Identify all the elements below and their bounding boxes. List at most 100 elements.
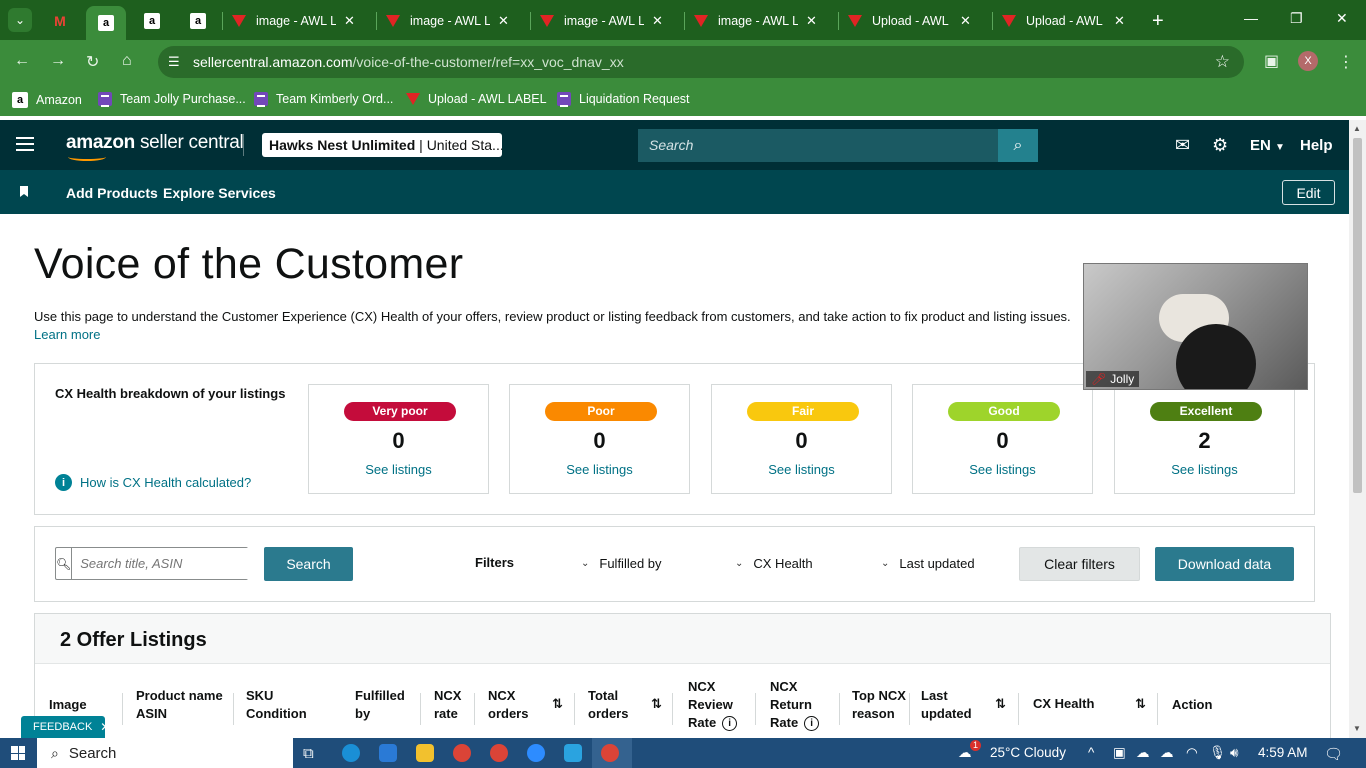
sort-icon[interactable]: ⇅ bbox=[1135, 696, 1146, 712]
url-text[interactable]: sellercentral.amazon.com/voice-of-the-cu… bbox=[193, 54, 624, 70]
cx-health-dropdown[interactable]: ⌄ CX Health bbox=[735, 556, 813, 571]
fulfilled-by-dropdown[interactable]: ⌄ Fulfilled by bbox=[581, 556, 662, 571]
forward-icon[interactable]: → bbox=[50, 52, 66, 70]
close-icon[interactable]: ✕ bbox=[100, 720, 110, 734]
bookmark-liquidation[interactable]: Liquidation Request bbox=[557, 92, 690, 107]
browser-tab[interactable]: Upload - AWL L ✕ bbox=[848, 6, 971, 36]
home-icon[interactable]: ⌂ bbox=[122, 52, 132, 70]
close-tab-icon[interactable]: ✕ bbox=[344, 13, 355, 29]
notifications-icon[interactable]: 🗨︎ bbox=[1324, 745, 1343, 763]
browser-tab[interactable]: image - AWL LA ✕ bbox=[232, 6, 355, 36]
close-window-icon[interactable]: ✕ bbox=[1336, 10, 1348, 27]
clock-time[interactable]: 4:59 AM bbox=[1258, 745, 1308, 760]
volume-icon[interactable]: 🔊︎ bbox=[1230, 745, 1239, 761]
pinned-tab-amazon-active[interactable]: a bbox=[86, 6, 126, 40]
pinned-tab-amazon[interactable]: a bbox=[134, 6, 170, 36]
pinned-tab-gmail[interactable]: M bbox=[42, 6, 78, 36]
col-cx-health[interactable]: CX Health bbox=[1033, 695, 1094, 713]
header-search-button[interactable]: ⌕ bbox=[998, 129, 1038, 162]
meet-now-icon[interactable]: ▣ bbox=[1113, 745, 1126, 761]
info-icon[interactable]: i bbox=[804, 716, 820, 732]
sort-icon[interactable]: ⇅ bbox=[651, 696, 662, 712]
see-listings-link[interactable]: See listings bbox=[913, 462, 1092, 477]
col-last-updated[interactable]: Last updated bbox=[921, 687, 972, 723]
side-panel-icon[interactable]: ▣ bbox=[1264, 51, 1279, 71]
clear-filters-button[interactable]: Clear filters bbox=[1019, 547, 1140, 581]
col-total-orders[interactable]: Total orders bbox=[588, 687, 628, 723]
col-product[interactable]: Product name ASIN bbox=[136, 687, 223, 723]
weather-text[interactable]: 25°C Cloudy bbox=[990, 745, 1066, 760]
sort-icon[interactable]: ⇅ bbox=[995, 696, 1006, 712]
back-icon[interactable]: ← bbox=[14, 52, 30, 70]
see-listings-link[interactable]: See listings bbox=[1115, 462, 1294, 477]
site-info-icon[interactable]: ☰ bbox=[168, 54, 180, 70]
pinned-tab-amazon[interactable]: a bbox=[180, 6, 216, 36]
see-listings-link[interactable]: See listings bbox=[309, 462, 488, 477]
onedrive-icon[interactable]: ☁ bbox=[1136, 745, 1150, 761]
file-explorer-icon[interactable] bbox=[416, 744, 434, 762]
gear-icon[interactable]: ⚙ bbox=[1212, 135, 1228, 156]
close-tab-icon[interactable]: ✕ bbox=[960, 13, 971, 29]
see-listings-link[interactable]: See listings bbox=[510, 462, 689, 477]
store-selector[interactable]: Hawks Nest Unlimited | United Sta... bbox=[262, 133, 502, 157]
explore-services-link[interactable]: Explore Services bbox=[163, 185, 276, 201]
scroll-down-icon[interactable]: ▼ bbox=[1353, 724, 1361, 733]
see-listings-link[interactable]: See listings bbox=[712, 462, 891, 477]
col-ncx-orders[interactable]: NCX orders bbox=[488, 687, 528, 723]
col-fulfilled-by[interactable]: Fulfilled by bbox=[355, 687, 405, 723]
close-tab-icon[interactable]: ✕ bbox=[1114, 13, 1125, 29]
store-icon[interactable] bbox=[379, 744, 397, 762]
zoom-icon[interactable] bbox=[527, 744, 545, 762]
browser-menu-icon[interactable]: ⋮ bbox=[1338, 52, 1354, 72]
header-search-input[interactable]: Search bbox=[638, 129, 998, 162]
col-ncx-review-rate[interactable]: NCX Review Rate i bbox=[688, 678, 738, 732]
tray-expand-icon[interactable]: ^ bbox=[1088, 745, 1094, 760]
restore-icon[interactable]: ❐ bbox=[1290, 10, 1303, 27]
listing-search-input[interactable] bbox=[72, 548, 259, 579]
col-sku[interactable]: SKU Condition bbox=[246, 687, 307, 723]
seller-central-logo[interactable]: amazon seller central bbox=[66, 132, 244, 154]
col-ncx-rate[interactable]: NCX rate bbox=[434, 687, 461, 723]
reload-icon[interactable]: ↻ bbox=[86, 52, 99, 72]
taskbar-search[interactable]: ⌕ Search bbox=[37, 738, 293, 768]
bookmark-upload-awl[interactable]: Upload - AWL LABEL bbox=[406, 92, 547, 106]
col-top-ncx-reason[interactable]: Top NCX reason bbox=[852, 687, 906, 723]
scroll-up-icon[interactable]: ▲ bbox=[1353, 124, 1361, 133]
microphone-icon[interactable]: 🎙︎ bbox=[1209, 745, 1226, 761]
scroll-thumb[interactable] bbox=[1353, 138, 1362, 493]
browser-tab[interactable]: Upload - AWL L ✕ bbox=[1002, 6, 1125, 36]
task-view-icon[interactable]: ⧉ bbox=[303, 745, 314, 762]
bookmark-team-kimberly[interactable]: Team Kimberly Ord... bbox=[254, 92, 393, 107]
sort-icon[interactable]: ⇅ bbox=[552, 696, 563, 712]
onedrive-icon[interactable]: ☁ bbox=[1160, 745, 1174, 761]
help-link[interactable]: Help bbox=[1300, 137, 1333, 154]
close-tab-icon[interactable]: ✕ bbox=[652, 13, 663, 29]
minimize-icon[interactable]: — bbox=[1244, 10, 1258, 26]
bookmark-amazon[interactable]: a Amazon bbox=[12, 92, 82, 108]
edit-button[interactable]: Edit bbox=[1282, 180, 1335, 205]
info-icon[interactable]: i bbox=[722, 716, 738, 732]
last-updated-dropdown[interactable]: ⌄ Last updated bbox=[881, 556, 975, 571]
windows-start-icon[interactable] bbox=[11, 746, 25, 760]
feedback-tab[interactable]: FEEDBACK ✕ bbox=[21, 716, 110, 738]
tab-search-dropdown-icon[interactable]: ⌄ bbox=[8, 8, 32, 32]
close-tab-icon[interactable]: ✕ bbox=[498, 13, 509, 29]
bookmark-icon[interactable] bbox=[20, 186, 28, 197]
new-tab-icon[interactable]: + bbox=[1152, 10, 1164, 33]
add-products-link[interactable]: Add Products bbox=[66, 185, 158, 201]
browser-tab[interactable]: image - AWL LA ✕ bbox=[694, 6, 817, 36]
bookmark-team-jolly[interactable]: Team Jolly Purchase... bbox=[98, 92, 246, 107]
bookmark-star-icon[interactable]: ☆ bbox=[1215, 52, 1230, 72]
edge-icon[interactable] bbox=[342, 744, 360, 762]
download-data-button[interactable]: Download data bbox=[1155, 547, 1294, 581]
video-call-overlay[interactable]: 🎤︎ Jolly bbox=[1083, 263, 1308, 390]
chrome-active-icon[interactable] bbox=[601, 744, 619, 762]
browser-tab[interactable]: image - AWL LA ✕ bbox=[386, 6, 509, 36]
learn-more-link[interactable]: Learn more bbox=[34, 327, 100, 342]
chrome-profile-icon[interactable] bbox=[490, 744, 508, 762]
menu-icon[interactable] bbox=[16, 137, 34, 151]
browser-tab[interactable]: image - AWL LA ✕ bbox=[540, 6, 663, 36]
address-bar[interactable]: ☰ sellercentral.amazon.com/voice-of-the-… bbox=[158, 46, 1244, 78]
wifi-icon[interactable]: ◠ bbox=[1186, 745, 1198, 761]
mail-icon[interactable]: ✉ bbox=[1175, 135, 1190, 156]
